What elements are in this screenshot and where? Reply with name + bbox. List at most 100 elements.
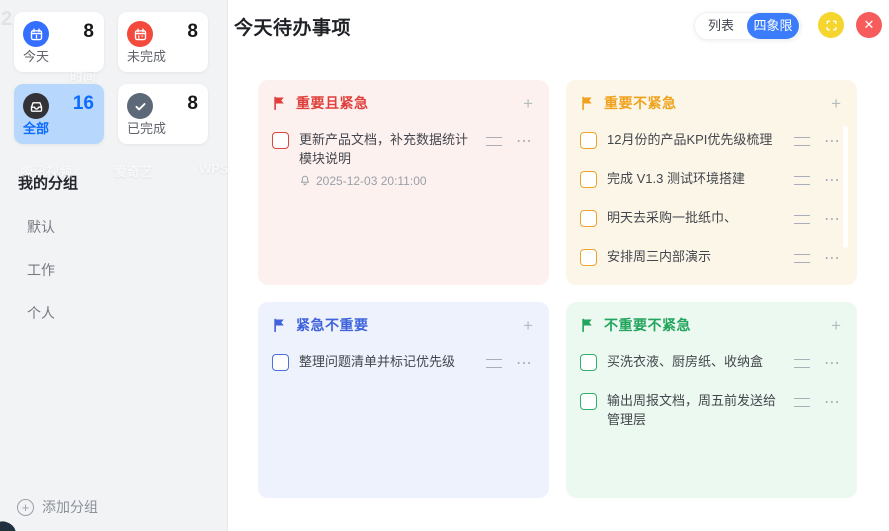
flag-icon — [272, 317, 287, 333]
stat-card-3[interactable]: 8 已完成 — [118, 84, 208, 144]
task-row[interactable]: 更新产品文档，补充数据统计模块说明 2025-12-03 20:11:00 ⋯ — [272, 131, 533, 188]
task-row[interactable]: 12月份的产品KPI优先级梳理 ⋯ — [580, 131, 841, 150]
task-checkbox[interactable] — [580, 249, 597, 266]
task-checkbox[interactable] — [580, 393, 597, 410]
bell-icon — [299, 174, 311, 187]
drag-handle-icon[interactable] — [486, 137, 502, 146]
stat-label: 未完成 — [127, 46, 166, 65]
close-button[interactable]: ✕ — [856, 12, 882, 38]
stat-card-2[interactable]: 16 全部 — [14, 84, 104, 144]
task-more-button[interactable]: ⋯ — [516, 356, 533, 372]
task-row[interactable]: 安排周三内部演示 ⋯ — [580, 248, 841, 267]
task-more-button[interactable]: ⋯ — [824, 395, 841, 411]
task-checkbox[interactable] — [272, 354, 289, 371]
quadrant-header: 重要且紧急 + — [272, 93, 533, 113]
add-group-button[interactable]: + 添加分组 — [17, 497, 98, 517]
flag-icon — [580, 95, 595, 111]
quadrant-title: 重要不紧急 — [604, 93, 677, 113]
stat-count: 8 — [187, 93, 198, 115]
drag-handle-icon[interactable] — [486, 359, 502, 368]
flag-icon — [580, 317, 595, 333]
task-row[interactable]: 完成 V1.3 测试环境搭建 ⋯ — [580, 170, 841, 189]
calendar-alert-icon — [127, 21, 153, 47]
task-reminder: 2025-12-03 20:11:00 — [299, 174, 478, 188]
stat-label: 全部 — [23, 118, 49, 137]
task-row[interactable]: 买洗衣液、厨房纸、收纳盒⋯ — [580, 353, 841, 372]
mini-mode-button[interactable] — [818, 12, 844, 38]
task-content: 12月份的产品KPI优先级梳理 — [607, 131, 786, 150]
stat-label: 已完成 — [127, 118, 166, 137]
task-text: 输出周报文档，周五前发送给管理层 — [607, 392, 786, 430]
task-more-button[interactable]: ⋯ — [516, 134, 533, 150]
task-checkbox[interactable] — [580, 354, 597, 371]
add-task-button[interactable]: + — [523, 95, 533, 112]
stat-label: 今天 — [23, 46, 49, 65]
task-checkbox[interactable] — [580, 210, 597, 227]
view-toggle: 列表 四象限 — [694, 12, 801, 40]
add-task-button[interactable]: + — [831, 95, 841, 112]
quadrant-title: 紧急不重要 — [296, 315, 369, 335]
check-icon — [127, 93, 153, 119]
quadrant-card-2: 紧急不重要 + 整理问题清单并标记优先级 ⋯ — [258, 302, 549, 498]
group-item-2[interactable]: 个人 — [18, 292, 210, 335]
task-more-button[interactable]: ⋯ — [824, 173, 841, 189]
quadrant-header: 重要不紧急 + — [580, 93, 841, 113]
task-content: 明天去采购一批纸巾、 — [607, 209, 786, 228]
drag-handle-icon[interactable] — [794, 176, 810, 185]
task-checkbox[interactable] — [580, 171, 597, 188]
drag-handle-icon[interactable] — [794, 137, 810, 146]
task-content: 输出周报文档，周五前发送给管理层 — [607, 392, 786, 430]
task-content: 整理问题清单并标记优先级 — [299, 353, 478, 372]
corner-brackets-icon — [825, 19, 838, 32]
task-text: 完成 V1.3 测试环境搭建 — [607, 170, 786, 189]
task-text: 12月份的产品KPI优先级梳理 — [607, 131, 786, 150]
group-list: 默认工作个人 — [18, 206, 210, 335]
quadrant-card-1: 重要不紧急+12月份的产品KPI优先级梳理⋯完成 V1.3 测试环境搭建⋯明天去… — [566, 80, 857, 285]
desktop-ghost-wedge — [0, 519, 18, 531]
task-checkbox[interactable] — [580, 132, 597, 149]
task-row[interactable]: 明天去采购一批纸巾、 ⋯ — [580, 209, 841, 228]
drag-handle-icon[interactable] — [794, 398, 810, 407]
task-text: 更新产品文档，补充数据统计模块说明 — [299, 131, 478, 169]
task-text: 明天去采购一批纸巾、 — [607, 209, 786, 228]
task-more-button[interactable]: ⋯ — [824, 251, 841, 267]
stat-card-1[interactable]: 8未完成 — [118, 12, 208, 72]
quadrant-header: 紧急不重要 + — [272, 315, 533, 335]
quadrant-card-0: 重要且紧急 + 更新产品文档，补充数据统计模块说明 2025-12-03 20:11:… — [258, 80, 549, 285]
reminder-time: 2025-12-03 20:11:00 — [316, 174, 427, 188]
group-item-1[interactable]: 工作 — [18, 249, 210, 292]
quadrant-header: 不重要不紧急 + — [580, 315, 841, 335]
task-row[interactable]: 输出周报文档，周五前发送给管理层 ⋯ — [580, 392, 841, 430]
stat-card-0[interactable]: 8 今天 — [14, 12, 104, 72]
drag-handle-icon[interactable] — [794, 254, 810, 263]
drag-handle-icon[interactable] — [794, 215, 810, 224]
view-list-button[interactable]: 列表 — [695, 13, 747, 39]
task-text: 安排周三内部演示 — [607, 248, 786, 267]
group-item-0[interactable]: 默认 — [18, 206, 210, 249]
task-content: 完成 V1.3 测试环境搭建 — [607, 170, 786, 189]
groups-header: 我的分组 — [18, 172, 78, 193]
view-quadrant-button[interactable]: 四象限 — [747, 13, 799, 39]
page-title: 今天待办事项 — [234, 13, 351, 40]
inbox-icon — [23, 93, 49, 119]
quadrant-title: 重要且紧急 — [296, 93, 369, 113]
quadrant-title: 不重要不紧急 — [604, 315, 691, 335]
quadrant-grid: 重要且紧急 + 更新产品文档，补充数据统计模块说明 2025-12-03 20:11:… — [258, 80, 857, 498]
task-more-button[interactable]: ⋯ — [824, 356, 841, 372]
stat-count: 8 — [83, 21, 94, 43]
desktop-ghost-label: 爱奇艺 — [114, 161, 153, 180]
task-more-button[interactable]: ⋯ — [824, 212, 841, 228]
add-task-button[interactable]: + — [831, 317, 841, 334]
plus-circle-icon: + — [17, 499, 34, 516]
task-content: 安排周三内部演示 — [607, 248, 786, 267]
task-checkbox[interactable] — [272, 132, 289, 149]
drag-handle-icon[interactable] — [794, 359, 810, 368]
desktop-ghost-label: WPS — [199, 161, 229, 176]
quadrant-scrollbar[interactable] — [843, 126, 848, 248]
task-more-button[interactable]: ⋯ — [824, 134, 841, 150]
flag-icon — [272, 95, 287, 111]
stat-count: 16 — [73, 93, 94, 115]
task-row[interactable]: 整理问题清单并标记优先级 ⋯ — [272, 353, 533, 372]
calendar-icon — [23, 21, 49, 47]
add-task-button[interactable]: + — [523, 317, 533, 334]
